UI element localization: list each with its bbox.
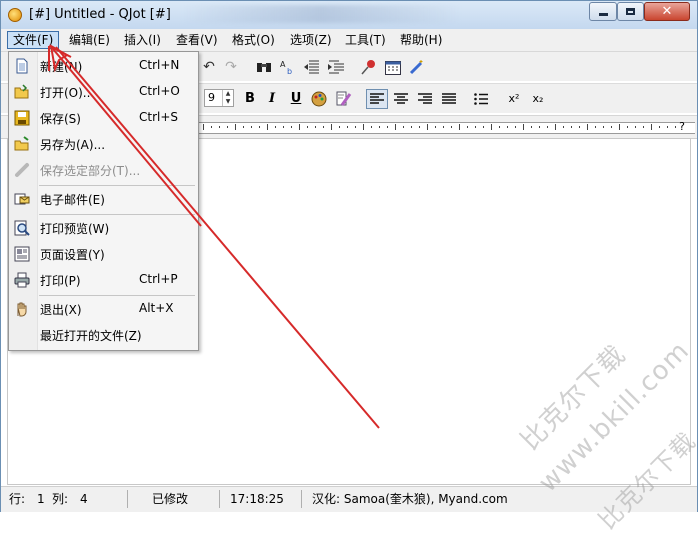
app-window: [#] Untitled - QJot [#] ✕ 文件(F) 编辑(E) 插入… <box>0 0 698 535</box>
annotation-arrow-long <box>55 46 380 429</box>
annotation-arrow-short <box>52 48 202 227</box>
